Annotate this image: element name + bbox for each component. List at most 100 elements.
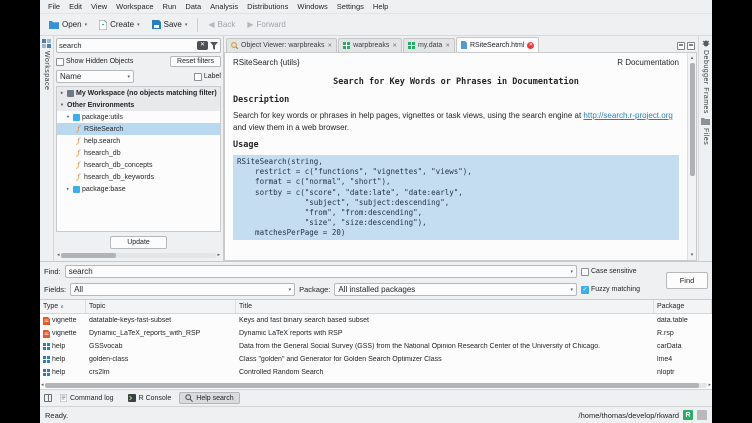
tree-item-rsitesearch[interactable]: ƒ RSiteSearch	[57, 123, 220, 135]
create-dropdown-arrow-icon[interactable]: ▾	[137, 22, 140, 28]
column-header-type[interactable]: Type ∧	[40, 300, 86, 313]
result-row[interactable]: vignette Dynamic_LaTeX_reports_with_RSP …	[40, 327, 712, 340]
menu-workspace[interactable]: Workspace	[112, 1, 157, 12]
column-header-topic[interactable]: Topic	[86, 300, 236, 313]
search-r-project-link[interactable]: http://search.r-project.org	[583, 111, 672, 120]
document-vertical-scrollbar[interactable]: ▴ ▾	[687, 53, 696, 260]
menu-analysis[interactable]: Analysis	[206, 1, 242, 12]
topic-cell: golden-class	[86, 356, 236, 363]
rkward-window: File Edit View Workspace Run Data Analys…	[40, 0, 712, 423]
open-dropdown-arrow-icon[interactable]: ▾	[85, 22, 88, 28]
tab-rsitesearch-html[interactable]: RSiteSearch.html ✕	[456, 37, 539, 52]
clear-search-icon[interactable]: ✕	[197, 41, 208, 50]
filter-field-combobox[interactable]: Name ▾	[56, 70, 134, 83]
result-row[interactable]: help GSSvocab Data from the General Soci…	[40, 340, 712, 353]
tab-warpbreaks[interactable]: warpbreaks ✕	[338, 38, 402, 52]
close-tab-icon[interactable]: ✕	[392, 43, 397, 49]
case-sensitive-checkbox[interactable]: Case sensitive	[581, 268, 661, 276]
tab-object-viewer-warpbreaks[interactable]: Object Viewer: warpbreaks ✕	[226, 38, 337, 52]
result-row[interactable]: help crs2lm Controlled Random Search nlo…	[40, 366, 712, 379]
close-tab-icon[interactable]: ✕	[527, 42, 534, 49]
scroll-left-icon[interactable]: ◂	[41, 381, 44, 389]
scroll-right-icon[interactable]: ▸	[217, 251, 220, 259]
scrollbar-groove[interactable]	[61, 253, 217, 258]
menu-file[interactable]: File	[44, 1, 64, 12]
filter-funnel-icon[interactable]	[210, 42, 218, 50]
scrollbar-thumb[interactable]	[61, 253, 116, 258]
window-list-icon[interactable]	[687, 42, 695, 50]
menu-distributions[interactable]: Distributions	[243, 1, 292, 12]
workspace-root-icon	[67, 90, 74, 97]
find-button[interactable]: Find	[666, 272, 708, 289]
detach-window-icon[interactable]	[677, 42, 685, 50]
dock-layout-icon[interactable]	[44, 394, 52, 402]
show-hidden-checkbox-box[interactable]	[56, 58, 64, 66]
collapse-icon[interactable]: ▾	[65, 114, 71, 120]
scrollbar-groove[interactable]	[45, 383, 708, 388]
description-text: Search for key words or phrases in help …	[233, 111, 583, 120]
tree-item-label: hsearch_db_concepts	[84, 162, 153, 169]
case-sensitive-box[interactable]	[581, 268, 589, 276]
debugger-frames-dock-tab[interactable]: Debugger Frames	[702, 50, 709, 114]
close-tab-icon[interactable]: ✕	[445, 43, 450, 49]
forward-button[interactable]: ▶ Forward	[242, 18, 291, 31]
tree-item-package-utils[interactable]: ▾ package:utils	[57, 111, 220, 123]
tree-item-hsearch-db-keywords[interactable]: ƒ hsearch_db_keywords	[57, 171, 220, 183]
find-term-combobox[interactable]: search ▾	[65, 265, 577, 278]
files-dock-tab[interactable]: Files	[702, 128, 709, 145]
menu-help[interactable]: Help	[369, 1, 392, 12]
vignette-icon	[43, 330, 50, 338]
result-row[interactable]: help golden-class Class "golden" and Gen…	[40, 353, 712, 366]
save-dropdown-arrow-icon[interactable]: ▾	[185, 22, 188, 28]
update-button[interactable]: Update	[110, 236, 167, 249]
reset-filters-button[interactable]: Reset filters	[170, 56, 221, 67]
menu-run[interactable]: Run	[159, 1, 181, 12]
create-button[interactable]: Create ▾	[94, 18, 145, 32]
open-button[interactable]: Open ▾	[44, 18, 92, 31]
column-header-package[interactable]: Package	[654, 300, 712, 313]
menu-view[interactable]: View	[87, 1, 111, 12]
tree-item-hsearch-db[interactable]: ƒ hsearch_db	[57, 147, 220, 159]
tab-my-data[interactable]: my.data ✕	[403, 38, 455, 52]
menu-edit[interactable]: Edit	[65, 1, 86, 12]
tab-r-console[interactable]: R Console	[122, 392, 178, 404]
collapse-icon[interactable]: ▾	[59, 102, 65, 108]
fuzzy-matching-checkbox[interactable]: ✓ Fuzzy matching	[581, 286, 661, 294]
tree-item-my-workspace[interactable]: ▸ My Workspace (no objects matching filt…	[57, 87, 220, 99]
workspace-dock-tab[interactable]: Workspace	[43, 51, 50, 90]
fields-combobox[interactable]: All ▾	[70, 283, 295, 296]
workspace-horizontal-scrollbar[interactable]: ◂ ▸	[56, 251, 221, 259]
label-checkbox-box[interactable]	[194, 73, 202, 81]
workspace-search-input[interactable]: search ✕	[56, 38, 221, 53]
scroll-down-icon[interactable]: ▾	[691, 251, 694, 259]
results-horizontal-scrollbar[interactable]: ◂ ▸	[40, 381, 712, 389]
menu-settings[interactable]: Settings	[333, 1, 368, 12]
scrollbar-thumb[interactable]	[45, 383, 700, 388]
tab-command-log[interactable]: Command log	[54, 392, 120, 404]
expand-icon[interactable]: ▸	[65, 186, 71, 192]
tree-item-help-search[interactable]: ƒ help.search	[57, 135, 220, 147]
close-tab-icon[interactable]: ✕	[328, 43, 333, 49]
show-hidden-objects-checkbox[interactable]: Show Hidden Objects	[56, 58, 133, 66]
tab-help-search[interactable]: Help search	[179, 392, 239, 404]
scroll-up-icon[interactable]: ▴	[691, 54, 694, 62]
working-directory[interactable]: /home/thomas/develop/rkward	[579, 411, 679, 420]
help-page-icon	[461, 41, 467, 49]
tree-item-package-base[interactable]: ▸ package:base	[57, 183, 220, 195]
save-button[interactable]: Save ▾	[147, 18, 193, 31]
scrollbar-thumb[interactable]	[690, 63, 695, 176]
label-checkbox[interactable]: Label	[194, 73, 221, 81]
menu-data[interactable]: Data	[181, 1, 205, 12]
fuzzy-matching-box[interactable]: ✓	[581, 286, 589, 294]
menu-windows[interactable]: Windows	[293, 1, 331, 12]
column-header-title[interactable]: Title	[236, 300, 654, 313]
result-row[interactable]: vignette datatable-keys-fast-subset Keys…	[40, 314, 712, 327]
tree-item-other-environments[interactable]: ▾ Other Environments	[57, 99, 220, 111]
expand-icon[interactable]: ▸	[59, 90, 65, 96]
back-button[interactable]: ◀ Back	[203, 18, 240, 31]
package-combobox[interactable]: All installed packages ▾	[334, 283, 577, 296]
scroll-left-icon[interactable]: ◂	[57, 251, 60, 259]
tree-item-hsearch-db-concepts[interactable]: ƒ hsearch_db_concepts	[57, 159, 220, 171]
r-engine-status-indicator[interactable]: R	[683, 410, 693, 420]
scroll-right-icon[interactable]: ▸	[708, 381, 711, 389]
